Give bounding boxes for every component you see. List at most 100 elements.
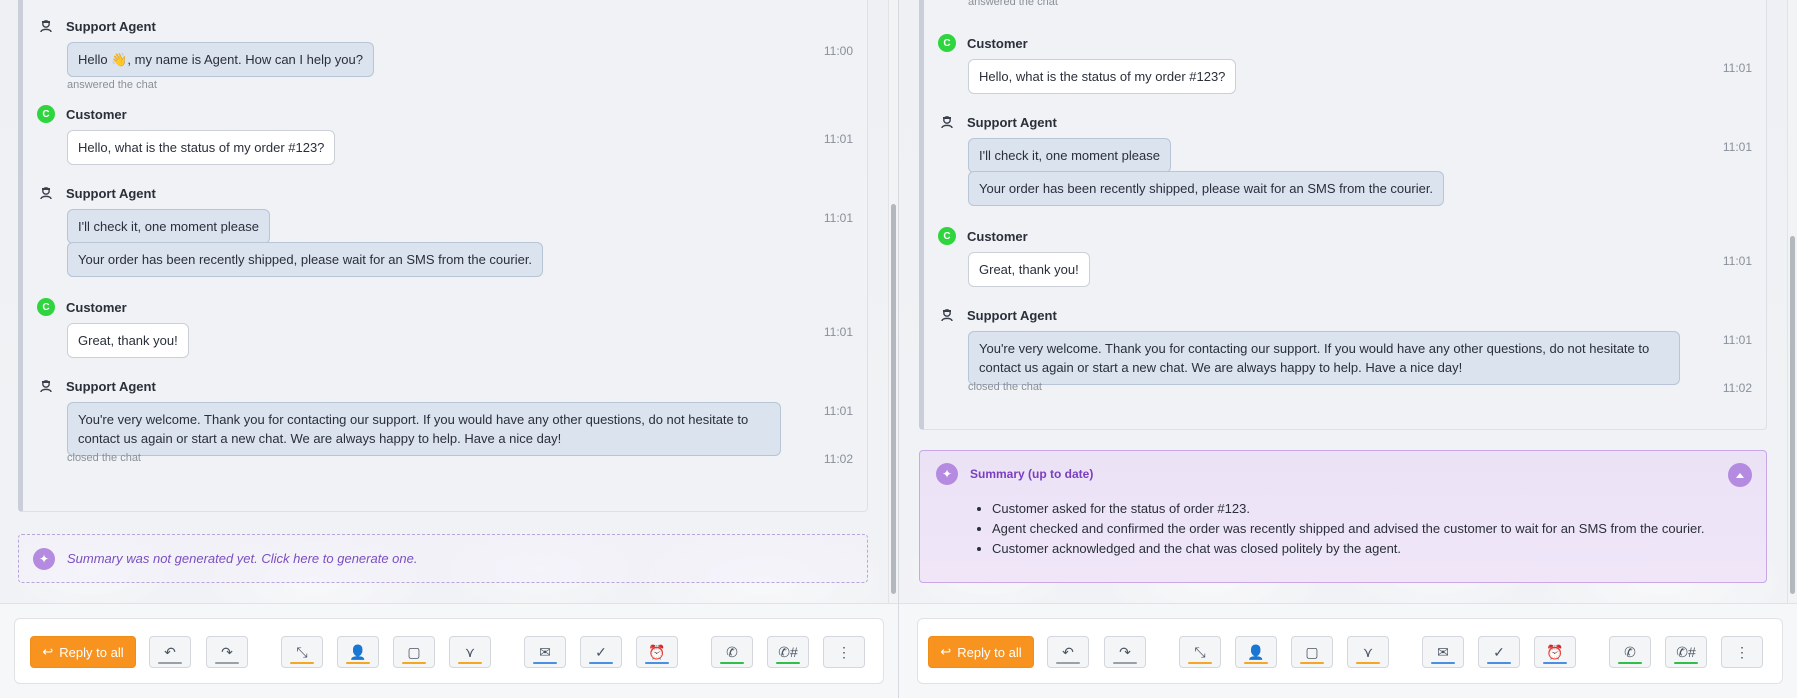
summary-list: Customer asked for the status of order #… (992, 499, 1705, 559)
generate-summary-button[interactable]: ✦ Summary was not generated yet. Click h… (18, 534, 868, 583)
forward-icon: ↷ (221, 644, 233, 660)
message-author: Support Agent (37, 377, 156, 395)
message-author: C Customer (37, 298, 127, 316)
message-bubble: Great, thank you! (968, 252, 1090, 287)
call-button[interactable]: ✆ (1609, 636, 1651, 668)
action-bar: ↩ Reply to all ↶ ↷ ⤡ 👤 ▢ ⋎ ✉ ✓ ⏰ ✆ ✆# ⋮ (0, 603, 898, 698)
more-button[interactable]: ⋮ (823, 636, 865, 668)
message-group: C Customer Great, thank you! 11:01 (938, 227, 1752, 287)
call-number-button[interactable]: ✆# (1665, 636, 1707, 668)
forward-button[interactable]: ↷ (1104, 636, 1146, 668)
message-time: 11:01 (823, 404, 853, 418)
mark-unread-button[interactable]: ✉ (524, 636, 566, 668)
snooze-icon: ⏰ (1546, 644, 1564, 660)
collapse-summary-button[interactable] (1728, 463, 1752, 487)
reply-icon: ↩ (42, 644, 54, 659)
author-name: Support Agent (967, 307, 1057, 323)
summary-item: Customer acknowledged and the chat was c… (992, 539, 1705, 559)
customer-avatar: C (938, 227, 956, 245)
app-root: Support Agent Hello 👋, my name is Agent.… (0, 0, 1797, 698)
snooze-button[interactable]: ⏰ (1534, 636, 1576, 668)
mark-unread-button[interactable]: ✉ (1422, 636, 1464, 668)
more-button[interactable]: ⋮ (1721, 636, 1763, 668)
forward-icon: ↷ (1119, 644, 1131, 660)
message-group: Support Agent Hello 👋, my name is Agent.… (37, 17, 853, 91)
add-user-icon: 👤 (1247, 644, 1265, 660)
message-bubble: I'll check it, one moment please (968, 138, 1171, 173)
merge-icon: ⋎ (1362, 644, 1374, 660)
reply-button[interactable]: ↶ (1047, 636, 1089, 668)
add-user-button[interactable]: 👤 (1235, 636, 1277, 668)
forward-button[interactable]: ↷ (206, 636, 248, 668)
message-author: Support Agent (37, 17, 156, 35)
chat-transcript: answered the chat C Customer Hello, what… (919, 0, 1767, 430)
author-name: Support Agent (66, 185, 156, 201)
author-name: Support Agent (967, 114, 1057, 130)
message-bubble: Great, thank you! (67, 323, 189, 358)
message-author: Support Agent (938, 113, 1057, 131)
system-note: answered the chat (67, 79, 157, 91)
agent-avatar-icon (37, 184, 55, 202)
more-icon: ⋮ (1735, 644, 1749, 660)
customer-avatar: C (37, 298, 55, 316)
call-number-icon: ✆# (778, 644, 798, 660)
note-button[interactable]: ▢ (393, 636, 435, 668)
reply-button[interactable]: ↶ (149, 636, 191, 668)
message-bubble: You're very welcome. Thank you for conta… (968, 331, 1680, 385)
reply-icon: ↶ (1062, 644, 1074, 660)
author-name: Customer (967, 228, 1028, 244)
mark-unread-icon: ✉ (1437, 644, 1449, 660)
reply-icon: ↩ (940, 644, 952, 659)
author-name: Customer (967, 35, 1028, 51)
scrollbar[interactable] (888, 0, 898, 604)
message-bubble: Hello, what is the status of my order #1… (968, 59, 1237, 94)
scrollbar-thumb[interactable] (891, 204, 896, 594)
sparkle-icon: ✦ (936, 463, 958, 485)
transfer-button[interactable]: ⤡ (1179, 636, 1221, 668)
chevron-up-icon (1736, 473, 1744, 478)
transfer-icon: ⤡ (296, 644, 308, 660)
resolve-button[interactable]: ✓ (580, 636, 622, 668)
chat-pane-left: Support Agent Hello 👋, my name is Agent.… (0, 0, 898, 698)
message-bubble: Your order has been recently shipped, pl… (968, 171, 1445, 206)
note-button[interactable]: ▢ (1291, 636, 1333, 668)
message-author: C Customer (37, 105, 127, 123)
message-author: C Customer (938, 227, 1028, 245)
snooze-button[interactable]: ⏰ (636, 636, 678, 668)
system-note: answered the chat (968, 0, 1058, 8)
message-bubble: I'll check it, one moment please (67, 209, 270, 244)
agent-avatar-icon (938, 306, 956, 324)
agent-avatar-icon (37, 17, 55, 35)
call-number-button[interactable]: ✆# (767, 636, 809, 668)
message-group: C Customer Hello, what is the status of … (938, 34, 1752, 94)
sparkle-icon: ✦ (33, 547, 55, 570)
scrollbar[interactable] (1787, 0, 1797, 604)
author-name: Support Agent (66, 18, 156, 34)
message-time: 11:00 (823, 44, 853, 58)
add-user-button[interactable]: 👤 (337, 636, 379, 668)
message-author: Support Agent (37, 184, 156, 202)
reply-all-button[interactable]: ↩ Reply to all (30, 636, 136, 668)
message-time: 11:01 (1722, 254, 1752, 268)
message-time: 11:01 (823, 211, 853, 225)
transfer-icon: ⤡ (1194, 644, 1206, 660)
message-time: 11:02 (1722, 381, 1752, 395)
merge-button[interactable]: ⋎ (449, 636, 491, 668)
scrollbar-thumb[interactable] (1790, 236, 1795, 594)
resolve-button[interactable]: ✓ (1478, 636, 1520, 668)
summary-item: Customer asked for the status of order #… (992, 499, 1705, 519)
call-number-icon: ✆# (1676, 644, 1696, 660)
call-button[interactable]: ✆ (711, 636, 753, 668)
merge-button[interactable]: ⋎ (1347, 636, 1389, 668)
agent-avatar-icon (37, 377, 55, 395)
resolve-icon: ✓ (1493, 644, 1505, 660)
message-time: 11:01 (1722, 140, 1752, 154)
message-bubble: Hello, what is the status of my order #1… (67, 130, 336, 165)
transfer-button[interactable]: ⤡ (281, 636, 323, 668)
message-bubble: Your order has been recently shipped, pl… (67, 242, 544, 277)
reply-all-button[interactable]: ↩ Reply to all (928, 636, 1034, 668)
message-time: 11:01 (823, 132, 853, 146)
snooze-icon: ⏰ (648, 644, 666, 660)
agent-avatar-icon (938, 113, 956, 131)
reply-all-label: Reply to all (59, 644, 124, 660)
